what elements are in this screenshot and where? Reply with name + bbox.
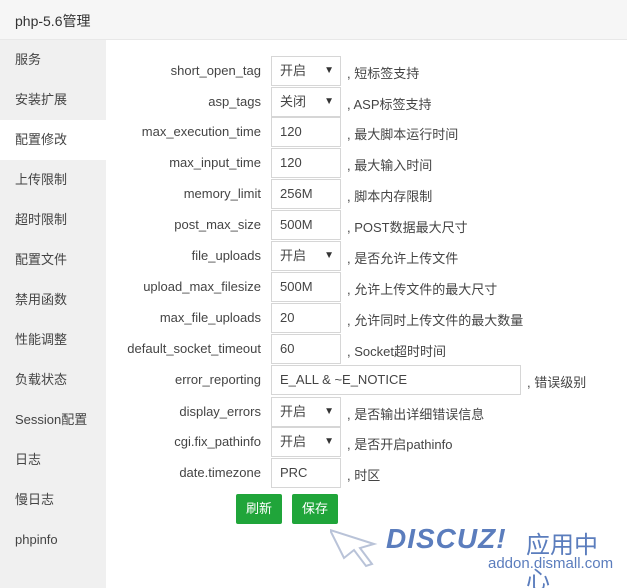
form-row: error_reporting E_ALL & ~E_NOTICE , 错误级别 (106, 365, 627, 395)
display-errors-select[interactable]: 开启 ▼ (271, 397, 341, 427)
chevron-down-icon: ▼ (324, 406, 334, 417)
form-row: max_file_uploads 20 , 允许同时上传文件的最大数量 (106, 303, 627, 333)
asp-tags-select[interactable]: 关闭 ▼ (271, 87, 341, 117)
field-label: memory_limit (183, 186, 261, 201)
field-label: short_open_tag (170, 63, 261, 78)
field-hint: , 允许同时上传文件的最大数量 (347, 313, 524, 328)
watermark-logo: DISCUZ! (386, 523, 507, 554)
field-hint: , 最大脚本运行时间 (347, 127, 459, 142)
file-uploads-select[interactable]: 开启 ▼ (271, 241, 341, 271)
sidebar-item-slow-log[interactable]: 慢日志 (0, 480, 106, 520)
field-hint: , 是否允许上传文件 (347, 251, 459, 266)
field-hint: , 脚本内存限制 (347, 189, 433, 204)
field-label: post_max_size (174, 217, 261, 232)
chevron-down-icon: ▼ (324, 96, 334, 107)
form-row: default_socket_timeout 60 , Socket超时时间 (106, 334, 627, 364)
cgi-fix-pathinfo-select[interactable]: 开启 ▼ (271, 427, 341, 457)
field-hint: , 是否开启pathinfo (347, 437, 453, 452)
sidebar-item-install-extension[interactable]: 安装扩展 (0, 80, 106, 120)
field-hint: , Socket超时时间 (347, 344, 446, 359)
form-row: post_max_size 500M , POST数据最大尺寸 (106, 210, 627, 240)
default-socket-timeout-input[interactable]: 60 (271, 334, 341, 364)
max-file-uploads-input[interactable]: 20 (271, 303, 341, 333)
form-row: display_errors 开启 ▼ , 是否输出详细错误信息 (106, 397, 627, 427)
field-label: cgi.fix_pathinfo (174, 434, 261, 449)
form-row: date.timezone PRC , 时区 (106, 458, 627, 488)
field-label: asp_tags (208, 94, 261, 109)
field-label: default_socket_timeout (127, 341, 261, 356)
field-hint: , ASP标签支持 (347, 97, 432, 112)
field-label: file_uploads (191, 248, 261, 263)
field-hint: , 短标签支持 (347, 66, 420, 81)
error-reporting-input[interactable]: E_ALL & ~E_NOTICE (271, 365, 521, 395)
date-timezone-input[interactable]: PRC (271, 458, 341, 488)
form-row: upload_max_filesize 500M , 允许上传文件的最大尺寸 (106, 272, 627, 302)
max-execution-time-input[interactable]: 120 (271, 117, 341, 147)
field-hint: , 允许上传文件的最大尺寸 (347, 282, 498, 297)
field-hint: , 最大输入时间 (347, 158, 433, 173)
refresh-button[interactable]: 刷新 (236, 494, 282, 524)
form-row: max_input_time 120 , 最大输入时间 (106, 148, 627, 178)
form-row: max_execution_time 120 , 最大脚本运行时间 (106, 117, 627, 147)
sidebar-item-session-config[interactable]: Session配置 (0, 400, 106, 440)
field-label: max_input_time (169, 155, 261, 170)
form-row: memory_limit 256M , 脚本内存限制 (106, 179, 627, 209)
sidebar-item-log[interactable]: 日志 (0, 440, 106, 480)
upload-max-filesize-input[interactable]: 500M (271, 272, 341, 302)
chevron-down-icon: ▼ (324, 436, 334, 447)
sidebar-item-load-status[interactable]: 负载状态 (0, 360, 106, 400)
field-label: display_errors (179, 404, 261, 419)
field-hint: , 是否输出详细错误信息 (347, 407, 485, 422)
sidebar-item-config-modify[interactable]: 配置修改 (0, 120, 106, 160)
sidebar-item-upload-limit[interactable]: 上传限制 (0, 160, 106, 200)
field-label: error_reporting (175, 372, 261, 387)
field-label: upload_max_filesize (143, 279, 261, 294)
sidebar-item-timeout-limit[interactable]: 超时限制 (0, 200, 106, 240)
watermark: DISCUZ! 应用中心 addon.dismall.com (330, 520, 620, 588)
sidebar-item-phpinfo[interactable]: phpinfo (0, 520, 106, 560)
sidebar-item-config-file[interactable]: 配置文件 (0, 240, 106, 280)
field-hint: , POST数据最大尺寸 (347, 220, 468, 235)
chevron-down-icon: ▼ (324, 65, 334, 76)
form-row: file_uploads 开启 ▼ , 是否允许上传文件 (106, 241, 627, 271)
form-row: short_open_tag 开启 ▼ , 短标签支持 (106, 56, 627, 86)
post-max-size-input[interactable]: 500M (271, 210, 341, 240)
cursor-arrow-icon (330, 528, 378, 568)
sidebar-item-disabled-functions[interactable]: 禁用函数 (0, 280, 106, 320)
memory-limit-input[interactable]: 256M (271, 179, 341, 209)
sidebar: 服务 安装扩展 配置修改 上传限制 超时限制 配置文件 禁用函数 性能调整 负载… (0, 40, 106, 588)
chevron-down-icon: ▼ (324, 250, 334, 261)
field-hint: , 错误级别 (527, 375, 587, 390)
sidebar-item-performance[interactable]: 性能调整 (0, 320, 106, 360)
form-row: asp_tags 关闭 ▼ , ASP标签支持 (106, 87, 627, 117)
watermark-url: addon.dismall.com (488, 555, 614, 572)
window-title: php-5.6管理 (15, 13, 91, 29)
config-form: short_open_tag 开启 ▼ , 短标签支持 asp_tags 关闭 … (106, 40, 627, 588)
field-hint: , 时区 (347, 468, 381, 483)
title-bar: php-5.6管理 (0, 0, 627, 40)
field-label: max_execution_time (141, 124, 261, 139)
form-row: cgi.fix_pathinfo 开启 ▼ , 是否开启pathinfo (106, 427, 627, 457)
field-label: max_file_uploads (159, 310, 261, 325)
field-label: date.timezone (179, 465, 261, 480)
short-open-tag-select[interactable]: 开启 ▼ (271, 56, 341, 86)
sidebar-item-service[interactable]: 服务 (0, 40, 106, 80)
max-input-time-input[interactable]: 120 (271, 148, 341, 178)
